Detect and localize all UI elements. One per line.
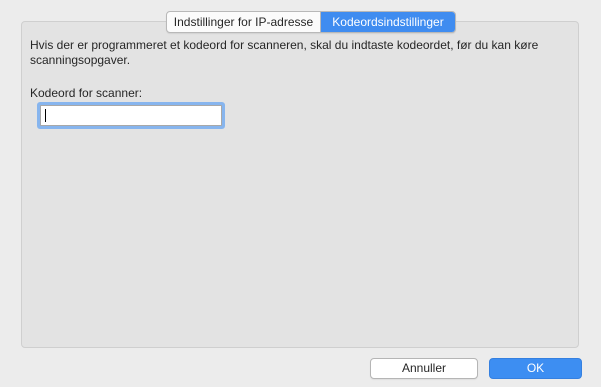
tab-bar: Indstillinger for IP-adresse Kodeordsind… [166,11,456,33]
settings-panel [21,21,579,348]
scanner-settings-dialog: Indstillinger for IP-adresse Kodeordsind… [0,0,601,387]
text-cursor [45,109,46,122]
tab-ip-settings[interactable]: Indstillinger for IP-adresse [167,12,321,32]
scanner-password-field[interactable] [40,105,222,126]
scanner-password-label: Kodeord for scanner: [30,86,143,100]
ok-button[interactable]: OK [489,358,582,379]
tab-password-settings[interactable]: Kodeordsindstillinger [321,12,455,32]
password-description: Hvis der er programmeret et kodeord for … [30,38,539,67]
cancel-button[interactable]: Annuller [370,358,478,379]
